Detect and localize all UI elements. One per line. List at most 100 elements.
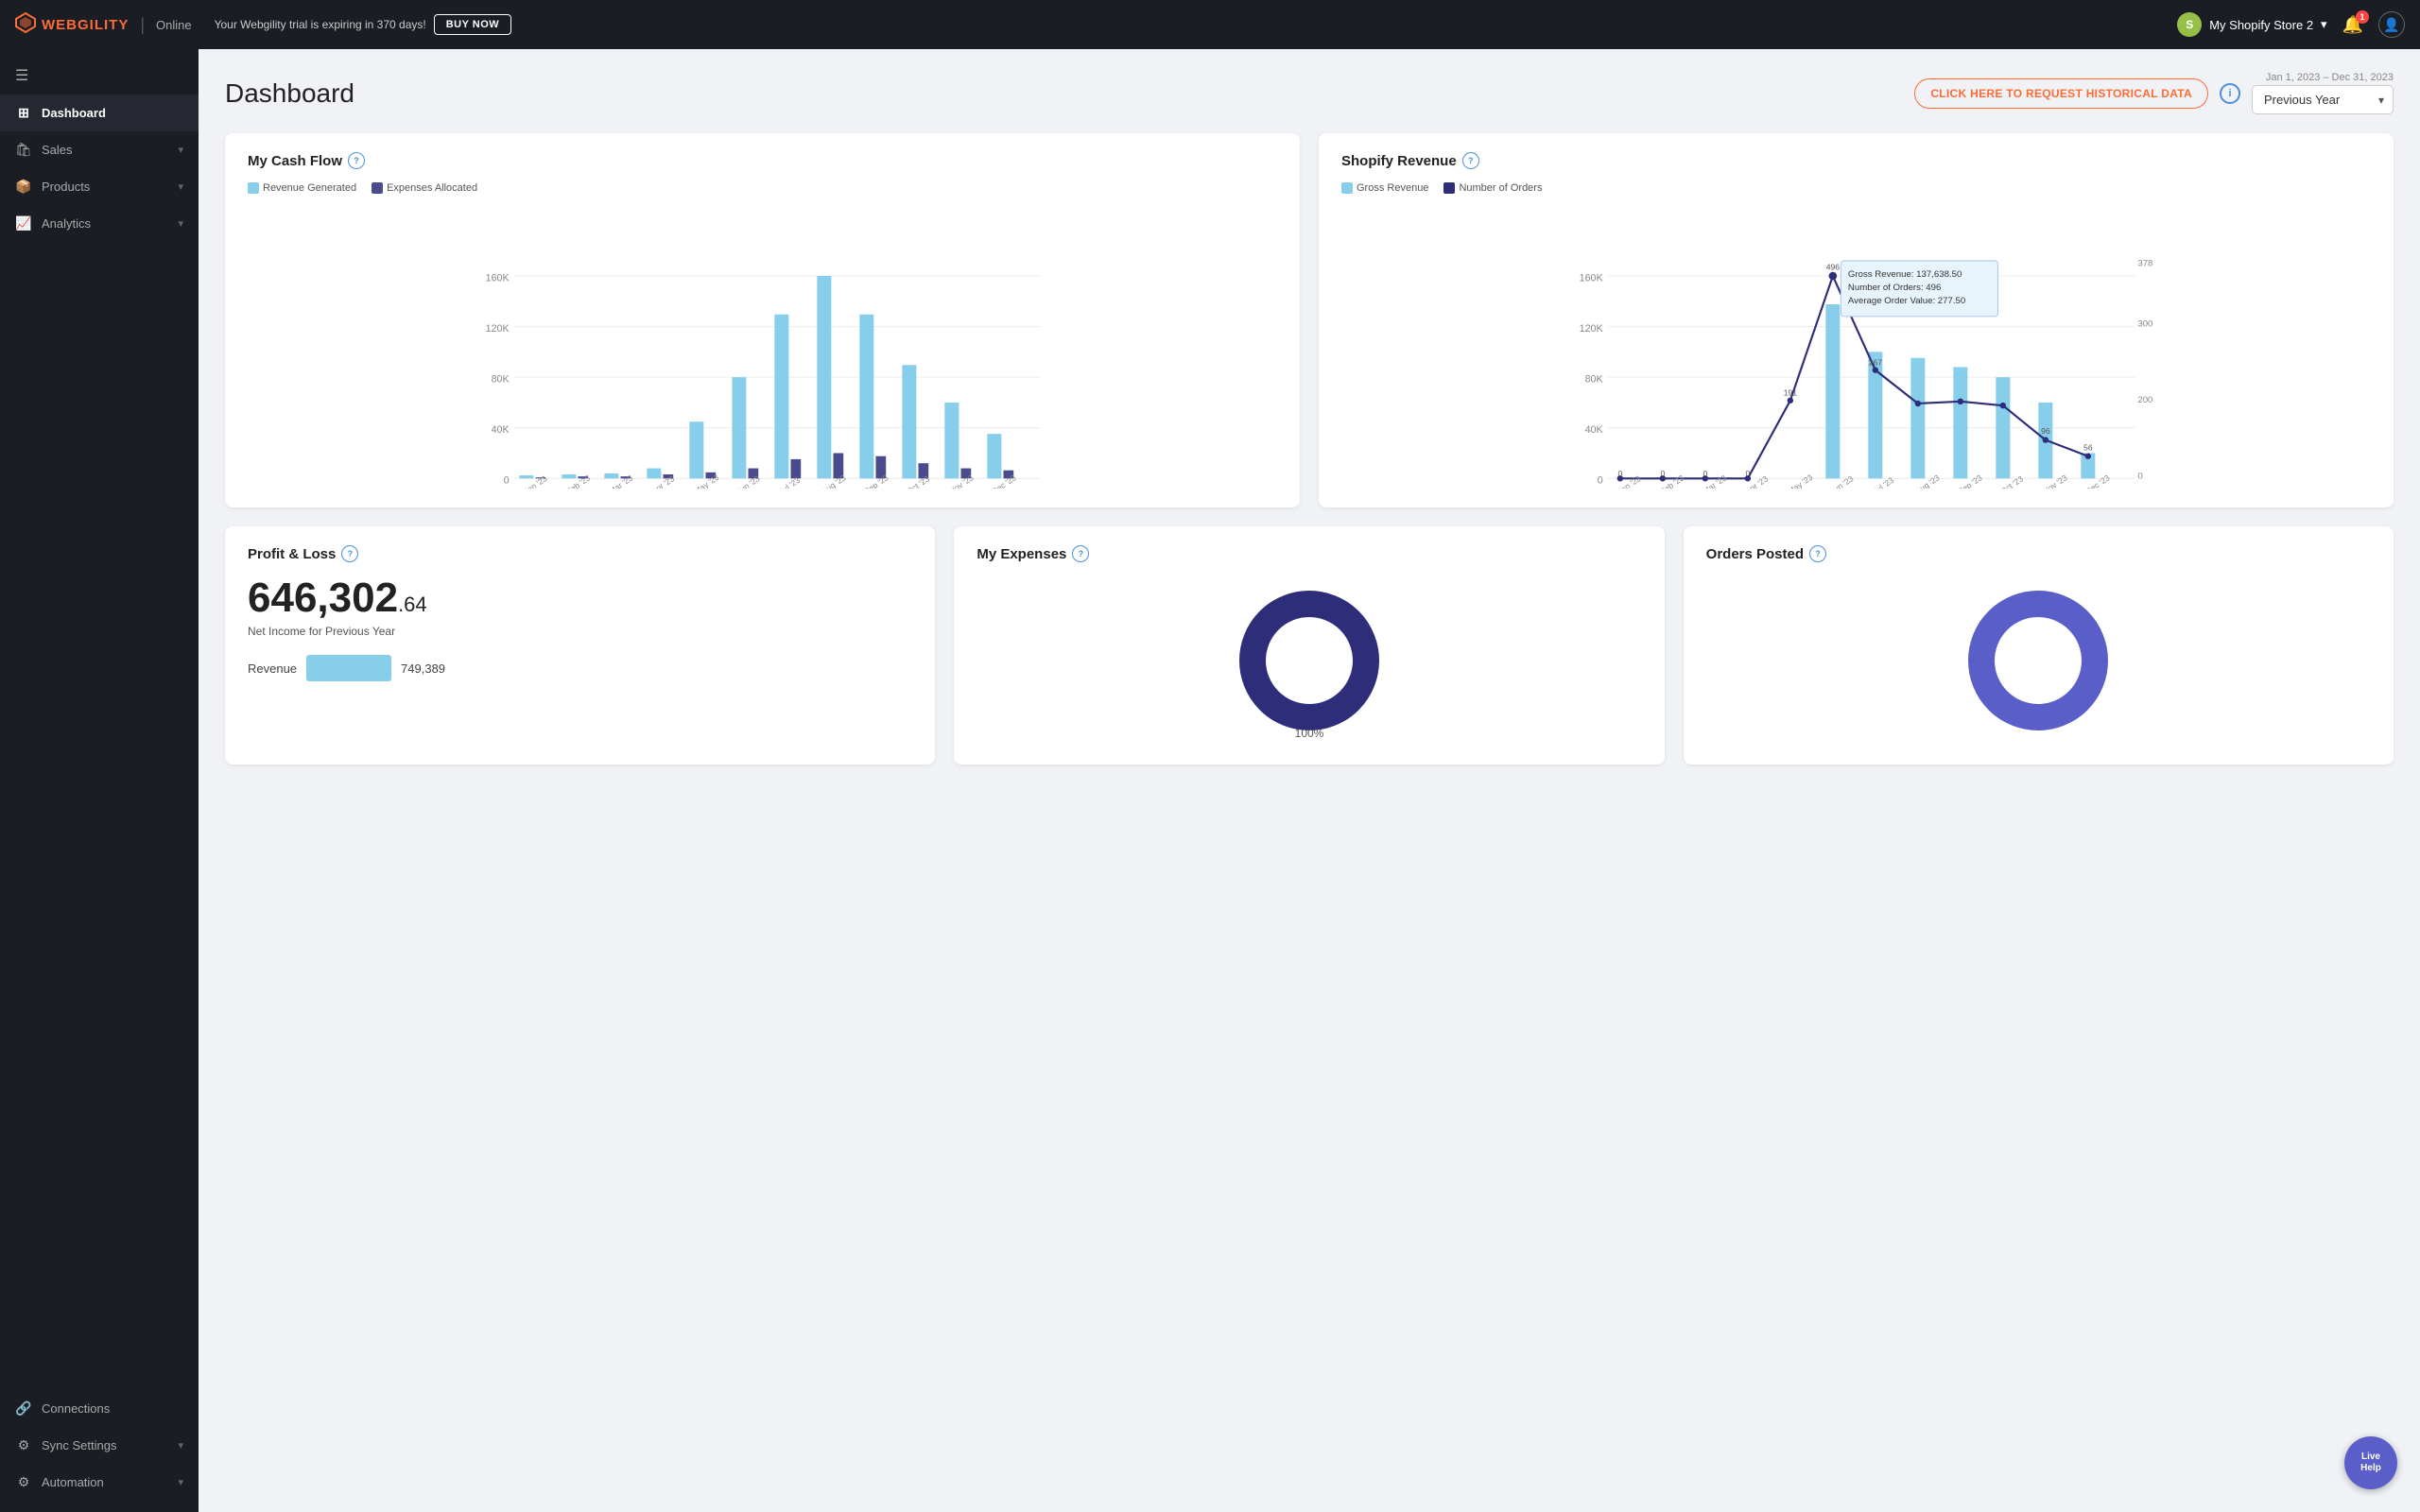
sidebar-label-dashboard: Dashboard xyxy=(42,106,106,120)
sidebar-item-analytics[interactable]: 📈 Analytics ▾ xyxy=(0,205,199,242)
svg-text:0: 0 xyxy=(1598,475,1603,487)
shopify-revenue-info-icon[interactable]: ? xyxy=(1462,152,1479,169)
period-dropdown[interactable]: Previous Year xyxy=(2252,85,2394,114)
profit-loss-bar xyxy=(306,655,391,681)
profit-loss-info-icon[interactable]: ? xyxy=(341,545,358,562)
shopify-legend-gross: Gross Revenue xyxy=(1341,182,1428,194)
analytics-chevron-icon: ▾ xyxy=(178,217,183,230)
topbar-status: Online xyxy=(156,18,192,32)
notification-badge: 1 xyxy=(2356,10,2369,24)
profit-loss-title: Profit & Loss ? xyxy=(248,545,912,562)
live-help-button[interactable]: Live Help xyxy=(2344,1436,2397,1489)
legend-revenue: Revenue Generated xyxy=(248,182,356,194)
shopify-legend: Gross Revenue Number of Orders xyxy=(1341,182,2371,194)
sidebar-item-sales[interactable]: 🛍 Sales ▾ xyxy=(0,131,199,168)
shopify-revenue-chart: 0 40K 80K 120K 160K xyxy=(1341,205,2371,489)
automation-chevron-icon: ▾ xyxy=(178,1476,183,1488)
cash-flow-svg: 0 40K 80K 120K 160K xyxy=(248,205,1277,489)
connections-icon: 🔗 xyxy=(15,1400,32,1417)
my-expenses-info-icon[interactable]: ? xyxy=(1072,545,1089,562)
orders-posted-info-icon[interactable]: ? xyxy=(1809,545,1826,562)
sidebar-hamburger-button[interactable]: ☰ xyxy=(0,57,199,94)
svg-text:0: 0 xyxy=(1660,469,1665,478)
shopify-gross-label: Gross Revenue xyxy=(1357,182,1428,194)
historical-info-icon[interactable]: i xyxy=(2220,83,2240,104)
buy-now-button[interactable]: BUY NOW xyxy=(434,14,511,35)
svg-text:191: 191 xyxy=(1784,387,1798,397)
cash-flow-card: My Cash Flow ? Revenue Generated Expense… xyxy=(225,133,1300,507)
store-chevron-icon: ▾ xyxy=(2321,17,2327,32)
logo-icon xyxy=(15,12,36,38)
shopify-orders-label: Number of Orders xyxy=(1459,182,1542,194)
cash-flow-legend: Revenue Generated Expenses Allocated xyxy=(248,182,1277,194)
legend-expenses-label: Expenses Allocated xyxy=(387,182,477,194)
sidebar-item-automation[interactable]: ⚙ Automation ▾ xyxy=(0,1464,199,1501)
svg-text:80K: 80K xyxy=(492,374,510,386)
svg-text:Gross Revenue: 137,638.50: Gross Revenue: 137,638.50 xyxy=(1848,269,1962,280)
request-historical-data-button[interactable]: CLICK HERE TO REQUEST HISTORICAL DATA xyxy=(1914,78,2208,109)
products-chevron-icon: ▾ xyxy=(178,180,183,193)
sidebar-item-connections[interactable]: 🔗 Connections xyxy=(0,1390,199,1427)
svg-text:496: 496 xyxy=(1826,263,1841,272)
charts-row: My Cash Flow ? Revenue Generated Expense… xyxy=(225,133,2394,507)
expenses-percent-label: 100% xyxy=(977,727,1641,740)
svg-text:200: 200 xyxy=(2137,395,2152,405)
dashboard-header: Dashboard CLICK HERE TO REQUEST HISTORIC… xyxy=(225,72,2394,114)
sidebar-label-automation: Automation xyxy=(42,1475,104,1489)
period-dropdown-wrap: Previous Year xyxy=(2252,85,2394,114)
profit-loss-subtitle: Net Income for Previous Year xyxy=(248,625,912,638)
dashboard-icon: ⊞ xyxy=(15,105,32,121)
svg-text:0: 0 xyxy=(1617,469,1622,478)
cash-flow-info-icon[interactable]: ? xyxy=(348,152,365,169)
svg-text:40K: 40K xyxy=(492,424,510,436)
store-icon: S xyxy=(2177,12,2202,37)
products-icon: 📦 xyxy=(15,179,32,195)
legend-revenue-swatch xyxy=(248,182,259,194)
legend-revenue-label: Revenue Generated xyxy=(263,182,356,194)
sidebar: ☰ ⊞ Dashboard 🛍 Sales ▾ 📦 Products ▾ 📈 A… xyxy=(0,49,199,1512)
profit-loss-bar-value: 749,389 xyxy=(401,662,445,676)
legend-expenses: Expenses Allocated xyxy=(372,182,477,194)
user-menu-button[interactable]: 👤 xyxy=(2378,11,2405,38)
profit-loss-amount: 646,302.64 xyxy=(248,576,912,621)
shopify-orders-swatch xyxy=(1443,182,1455,194)
svg-text:Average Order Value: 277.50: Average Order Value: 277.50 xyxy=(1848,296,1965,306)
sidebar-item-products[interactable]: 📦 Products ▾ xyxy=(0,168,199,205)
my-expenses-donut xyxy=(977,576,1641,746)
svg-text:80K: 80K xyxy=(1585,374,1604,386)
svg-text:300: 300 xyxy=(2137,319,2152,330)
topbar: WEBGILITY | Online Your Webgility trial … xyxy=(0,0,2420,49)
svg-text:0: 0 xyxy=(1703,469,1707,478)
svg-text:Number of Orders: 496: Number of Orders: 496 xyxy=(1848,283,1941,293)
store-name: My Shopify Store 2 xyxy=(2209,18,2313,32)
logo-text: WEBGILITY xyxy=(42,17,129,33)
svg-text:120K: 120K xyxy=(486,323,510,335)
bottom-cards-row: Profit & Loss ? 646,302.64 Net Income fo… xyxy=(225,526,2394,765)
date-range-text: Jan 1, 2023 – Dec 31, 2023 xyxy=(2266,72,2394,83)
expenses-donut-svg xyxy=(1234,585,1385,736)
svg-text:0: 0 xyxy=(504,475,510,487)
profit-loss-bar-row: Revenue 749,389 xyxy=(248,655,912,681)
sidebar-bottom: 🔗 Connections ⚙ Sync Settings ▾ ⚙ Automa… xyxy=(0,1390,199,1512)
profit-loss-bar-label: Revenue xyxy=(248,662,297,676)
sidebar-item-dashboard[interactable]: ⊞ Dashboard xyxy=(0,94,199,131)
notification-button[interactable]: 🔔 1 xyxy=(2342,15,2363,35)
main-content: Dashboard CLICK HERE TO REQUEST HISTORIC… xyxy=(199,49,2420,1512)
svg-text:160K: 160K xyxy=(486,272,510,284)
sync-settings-icon: ⚙ xyxy=(15,1437,32,1453)
analytics-icon: 📈 xyxy=(15,215,32,232)
sync-settings-chevron-icon: ▾ xyxy=(178,1439,183,1452)
store-selector[interactable]: S My Shopify Store 2 ▾ xyxy=(2177,12,2326,37)
sidebar-item-sync-settings[interactable]: ⚙ Sync Settings ▾ xyxy=(0,1427,199,1464)
orders-posted-card: Orders Posted ? xyxy=(1684,526,2394,765)
svg-text:40K: 40K xyxy=(1585,424,1604,436)
my-expenses-card: My Expenses ? 100% xyxy=(954,526,1664,765)
shopify-legend-orders: Number of Orders xyxy=(1443,182,1542,194)
svg-text:96: 96 xyxy=(2041,426,2050,436)
date-selector: Jan 1, 2023 – Dec 31, 2023 Previous Year xyxy=(2252,72,2394,114)
orders-posted-donut xyxy=(1706,576,2371,746)
svg-text:378: 378 xyxy=(2137,258,2152,268)
dashboard-header-right: CLICK HERE TO REQUEST HISTORICAL DATA i … xyxy=(1914,72,2394,114)
svg-text:0: 0 xyxy=(1745,469,1750,478)
automation-icon: ⚙ xyxy=(15,1474,32,1490)
